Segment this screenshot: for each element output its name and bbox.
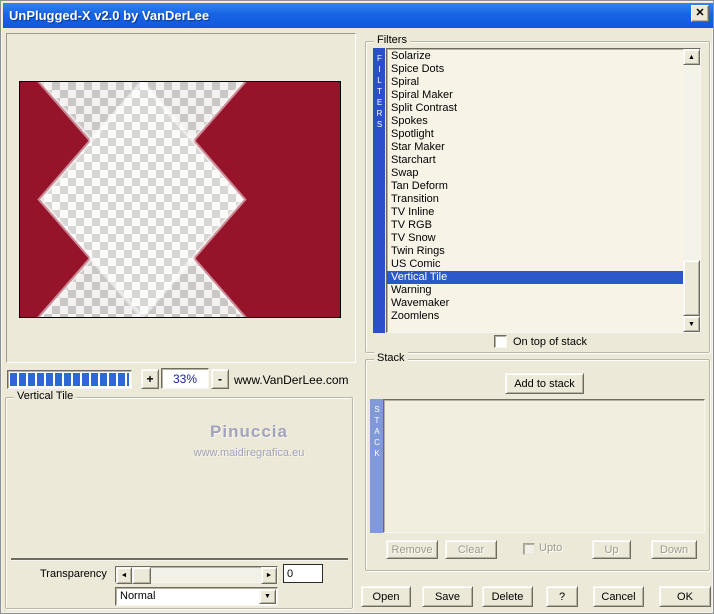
arrow-down-icon: ▼ — [688, 320, 695, 328]
add-to-stack-label: Add to stack — [514, 377, 575, 390]
transparency-label: Transparency — [40, 568, 107, 580]
help-button[interactable]: ? — [546, 586, 578, 607]
progress-fill — [10, 373, 129, 386]
stack-sidebar: STACK — [370, 399, 383, 533]
on-top-of-stack-label: On top of stack — [513, 336, 587, 348]
stack-sidebar-label: STACK — [372, 405, 382, 460]
filter-list-item[interactable]: Star Maker — [387, 141, 683, 154]
filters-group-label: Filters — [374, 34, 410, 47]
filter-list-item[interactable]: Solarize — [387, 50, 683, 63]
filter-list-item[interactable]: Transition — [387, 193, 683, 206]
close-icon: ✕ — [695, 7, 705, 19]
zoom-level-display: 33% — [161, 368, 209, 389]
clear-button[interactable]: Clear — [445, 540, 497, 559]
filter-list-item[interactable]: Spice Dots — [387, 63, 683, 76]
stack-group-label: Stack — [374, 352, 408, 365]
slider-thumb[interactable] — [132, 567, 151, 584]
add-to-stack-button[interactable]: Add to stack — [505, 373, 584, 394]
scrollbar-thumb[interactable] — [683, 260, 700, 316]
filter-list-item[interactable]: Swap — [387, 167, 683, 180]
filters-listbox: Solarize Spice Dots Spiral Spiral Maker Spli… — [386, 48, 701, 333]
cancel-button[interactable]: Cancel — [593, 586, 644, 607]
upto-checkbox[interactable] — [523, 543, 535, 555]
filter-list-item[interactable]: Tan Deform — [387, 180, 683, 193]
filter-list-item[interactable]: Twin Rings — [387, 245, 683, 258]
filter-list-item[interactable]: Spotlight — [387, 128, 683, 141]
filter-list-item[interactable]: US Comic — [387, 258, 683, 271]
arrow-left-icon: ◄ — [120, 572, 128, 579]
parameters-group: Vertical Tile Pinuccia www.maidiregrafic… — [5, 390, 353, 609]
arrow-up-icon: ▲ — [688, 53, 695, 61]
scroll-up-button[interactable]: ▲ — [683, 49, 700, 65]
window-title: UnPlugged-X v2.0 by VanDerLee — [9, 8, 210, 23]
filter-list-item[interactable]: Spiral Maker — [387, 89, 683, 102]
arrow-right-icon: ► — [265, 572, 273, 579]
filter-list-item[interactable]: Wavemaker — [387, 297, 683, 310]
preview-image[interactable] — [19, 1, 341, 438]
chevron-down-icon: ▼ — [264, 593, 271, 600]
save-label: Save — [434, 590, 461, 603]
cancel-label: Cancel — [601, 590, 636, 603]
on-top-of-stack-checkbox[interactable] — [494, 335, 507, 348]
down-label: Down — [659, 543, 689, 556]
filter-list-item[interactable]: TV Inline — [387, 206, 683, 219]
filter-list-item[interactable]: Spiral — [387, 76, 683, 89]
upto-label: Upto — [539, 542, 563, 554]
filter-list-item[interactable]: TV Snow — [387, 232, 683, 245]
delete-label: Delete — [491, 590, 524, 603]
filters-group: Filters FILTERS Solarize Spice Dots Spiral… — [365, 34, 710, 353]
up-label: Up — [604, 543, 619, 556]
save-button[interactable]: Save — [422, 586, 473, 607]
zoom-out-button[interactable]: - — [211, 369, 229, 389]
filter-list-item[interactable]: Vertical Tile — [387, 271, 683, 284]
plus-icon: + — [146, 372, 154, 386]
combobox-dropdown-button[interactable]: ▼ — [259, 589, 276, 604]
open-label: Open — [372, 590, 400, 603]
minus-icon: - — [218, 372, 222, 386]
filter-list-item[interactable]: Starchart — [387, 154, 683, 167]
blend-mode-value: Normal — [120, 590, 156, 602]
close-button[interactable]: ✕ — [691, 5, 709, 22]
ok-button[interactable]: OK — [659, 586, 711, 607]
preview-panel — [6, 1, 356, 438]
slider-right-arrow-button[interactable]: ► — [261, 567, 277, 584]
up-button[interactable]: Up — [592, 540, 631, 559]
vertical-tile-preview-graphic — [20, 1, 340, 438]
title-bar[interactable]: UnPlugged-X v2.0 by VanDerLee — [3, 3, 713, 28]
filter-list-item[interactable]: Spokes — [387, 115, 683, 128]
filters-sidebar: FILTERS — [373, 48, 385, 333]
scroll-down-button[interactable]: ▼ — [683, 316, 700, 332]
remove-label: Remove — [391, 543, 433, 556]
ok-label: OK — [677, 590, 693, 603]
filters-sidebar-label: FILTERS — [375, 54, 384, 131]
delete-button[interactable]: Delete — [482, 586, 533, 607]
clear-label: Clear — [457, 543, 485, 556]
watermark-title: Pinuccia — [210, 422, 288, 441]
filter-list-item[interactable]: Split Contrast — [387, 102, 683, 115]
stack-group: Stack Add to stack STACK Remove Clear Up… — [365, 352, 710, 571]
blend-mode-combobox[interactable]: Normal ▼ — [115, 587, 278, 606]
watermark-url: www.maidiregrafica.eu — [193, 447, 305, 459]
divider-line — [11, 558, 348, 560]
filter-list-item[interactable]: Zoomlens — [387, 310, 683, 323]
zoom-in-button[interactable]: + — [141, 369, 159, 389]
plugin-dialog-window: UnPlugged-X v2.0 by VanDerLee ✕ + 33% - … — [0, 0, 714, 614]
filters-list: Solarize Spice Dots Spiral Spiral Maker Spli… — [387, 49, 683, 332]
preview-progress-bar — [7, 370, 132, 389]
open-button[interactable]: Open — [361, 586, 411, 607]
transparency-slider[interactable]: ◄ ► — [115, 566, 278, 584]
filter-list-item[interactable]: TV RGB — [387, 219, 683, 232]
slider-left-arrow-button[interactable]: ◄ — [116, 567, 132, 584]
remove-button[interactable]: Remove — [386, 540, 438, 559]
filter-list-item[interactable]: Warning — [387, 284, 683, 297]
help-label: ? — [558, 590, 566, 603]
stack-listbox[interactable] — [383, 399, 705, 533]
down-button[interactable]: Down — [651, 540, 697, 559]
vendor-website-text: www.VanDerLee.com — [234, 373, 349, 387]
filters-scrollbar[interactable]: ▲ ▼ — [683, 49, 700, 332]
transparency-value-input[interactable] — [283, 564, 323, 583]
parameters-group-label: Vertical Tile — [14, 390, 77, 403]
